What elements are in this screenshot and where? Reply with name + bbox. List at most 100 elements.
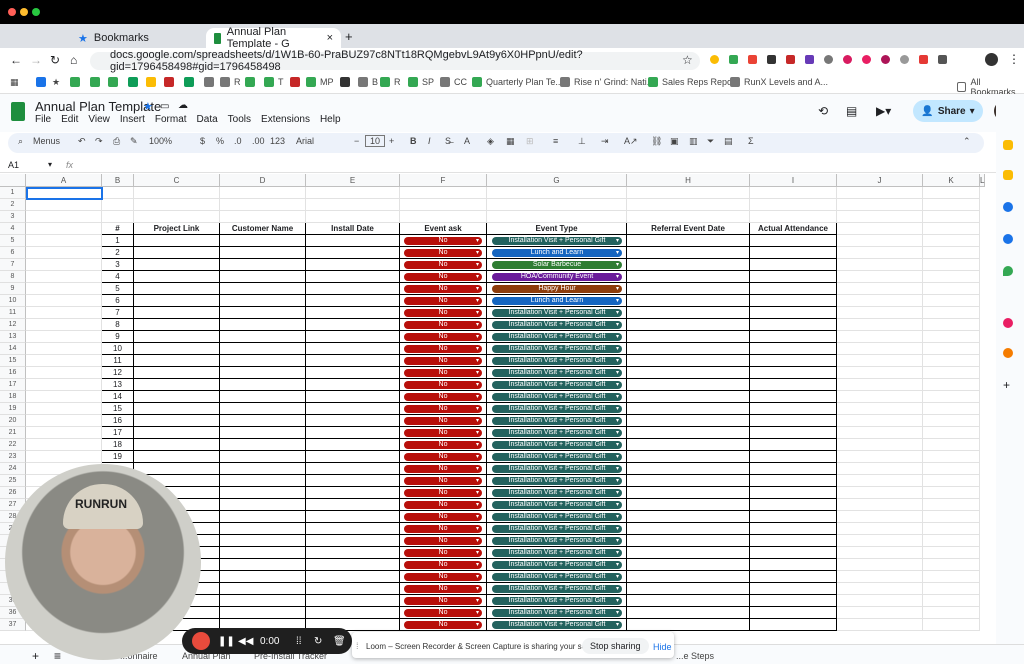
- cell[interactable]: [220, 583, 306, 595]
- font-size-increase[interactable]: +: [389, 136, 394, 146]
- cell[interactable]: [102, 199, 134, 211]
- functions-icon[interactable]: Σ: [748, 136, 754, 146]
- home-icon[interactable]: ⌂: [70, 53, 77, 67]
- extension-icon[interactable]: [881, 55, 890, 64]
- cell[interactable]: [220, 607, 306, 619]
- cell[interactable]: [923, 415, 980, 427]
- bookmark-item[interactable]: MP: [306, 77, 334, 87]
- puzzle-icon[interactable]: [938, 55, 947, 64]
- cell[interactable]: [26, 307, 102, 319]
- cell[interactable]: [627, 559, 750, 571]
- cell[interactable]: [220, 559, 306, 571]
- cell[interactable]: [837, 463, 923, 475]
- cell[interactable]: [837, 259, 923, 271]
- cell[interactable]: [750, 439, 837, 451]
- cell[interactable]: [923, 487, 980, 499]
- bookmark-item[interactable]: ★: [52, 77, 60, 88]
- row-header[interactable]: 11: [0, 307, 26, 319]
- table-header-cell[interactable]: Referral Event Date: [627, 223, 750, 235]
- event-type-dropdown[interactable]: Installation Visit + Personal Gift: [492, 621, 622, 629]
- event-ask-dropdown[interactable]: No: [404, 465, 482, 473]
- event-ask-dropdown[interactable]: No: [404, 501, 482, 509]
- bookmark-item[interactable]: [36, 77, 46, 87]
- bookmark-item[interactable]: SP: [408, 77, 434, 87]
- cell[interactable]: [26, 271, 102, 283]
- cell[interactable]: [134, 199, 220, 211]
- cell[interactable]: [837, 547, 923, 559]
- cell[interactable]: [306, 475, 400, 487]
- cell[interactable]: [837, 487, 923, 499]
- cell[interactable]: [306, 559, 400, 571]
- cell[interactable]: [220, 487, 306, 499]
- cell[interactable]: [837, 271, 923, 283]
- cell[interactable]: [220, 247, 306, 259]
- row-number-cell[interactable]: 5: [102, 283, 134, 295]
- forward-icon[interactable]: →: [30, 53, 42, 67]
- extension-icon[interactable]: [843, 55, 852, 64]
- cell[interactable]: [923, 559, 980, 571]
- cell[interactable]: [923, 619, 980, 631]
- cell[interactable]: [627, 391, 750, 403]
- add-sheet-icon[interactable]: +: [32, 649, 39, 663]
- cell[interactable]: [837, 451, 923, 463]
- extension-icon[interactable]: [824, 55, 833, 64]
- cell[interactable]: [306, 307, 400, 319]
- cell[interactable]: [923, 223, 980, 235]
- cell[interactable]: [134, 451, 220, 463]
- bookmark-item[interactable]: [290, 77, 300, 87]
- filter-views-icon[interactable]: ▤: [724, 136, 733, 147]
- row-header[interactable]: 17: [0, 379, 26, 391]
- column-header-b[interactable]: B: [102, 174, 134, 187]
- menu-help[interactable]: Help: [320, 114, 341, 125]
- cell[interactable]: [923, 259, 980, 271]
- cell[interactable]: [220, 499, 306, 511]
- cell[interactable]: [750, 463, 837, 475]
- cell[interactable]: [26, 379, 102, 391]
- event-ask-dropdown[interactable]: No: [404, 261, 482, 269]
- cell[interactable]: [306, 499, 400, 511]
- rewind-icon[interactable]: ◀◀: [238, 636, 253, 647]
- meet-icon[interactable]: ▶▾: [876, 104, 891, 118]
- cell[interactable]: [837, 211, 923, 223]
- browser-tab-sheet[interactable]: Annual Plan Template - G ×: [206, 26, 341, 50]
- strikethrough-icon[interactable]: S̶: [445, 136, 451, 146]
- cell[interactable]: [750, 415, 837, 427]
- column-header-d[interactable]: D: [220, 174, 306, 187]
- close-window-icon[interactable]: [8, 8, 16, 16]
- cell[interactable]: [306, 319, 400, 331]
- cell[interactable]: [627, 415, 750, 427]
- cell[interactable]: [26, 391, 102, 403]
- cell[interactable]: [306, 403, 400, 415]
- cell[interactable]: [220, 403, 306, 415]
- cell[interactable]: [627, 355, 750, 367]
- cell[interactable]: [627, 259, 750, 271]
- row-header[interactable]: 23: [0, 451, 26, 463]
- cell[interactable]: [306, 235, 400, 247]
- cell[interactable]: [26, 355, 102, 367]
- cell[interactable]: [26, 283, 102, 295]
- bookmark-item[interactable]: T: [264, 77, 284, 87]
- bookmark-item[interactable]: [128, 77, 138, 87]
- cell[interactable]: [134, 319, 220, 331]
- cell[interactable]: [627, 535, 750, 547]
- more-formats-button[interactable]: 123: [270, 136, 285, 146]
- cell[interactable]: [627, 511, 750, 523]
- row-number-cell[interactable]: 14: [102, 391, 134, 403]
- text-color-icon[interactable]: A: [464, 136, 470, 146]
- cell[interactable]: [750, 607, 837, 619]
- cell[interactable]: [306, 247, 400, 259]
- cell[interactable]: [26, 367, 102, 379]
- add-addon-icon[interactable]: +: [1003, 378, 1010, 392]
- cell[interactable]: [26, 403, 102, 415]
- event-type-dropdown[interactable]: Installation Visit + Personal Gift: [492, 525, 622, 533]
- cell[interactable]: [750, 475, 837, 487]
- cell[interactable]: [306, 427, 400, 439]
- event-type-dropdown[interactable]: Installation Visit + Personal Gift: [492, 333, 622, 341]
- fill-color-icon[interactable]: ◈: [487, 136, 494, 147]
- cell[interactable]: [220, 595, 306, 607]
- cell[interactable]: [220, 295, 306, 307]
- cell[interactable]: [750, 451, 837, 463]
- cell[interactable]: [627, 499, 750, 511]
- cell[interactable]: [750, 595, 837, 607]
- event-type-dropdown[interactable]: Happy Hour: [492, 285, 622, 293]
